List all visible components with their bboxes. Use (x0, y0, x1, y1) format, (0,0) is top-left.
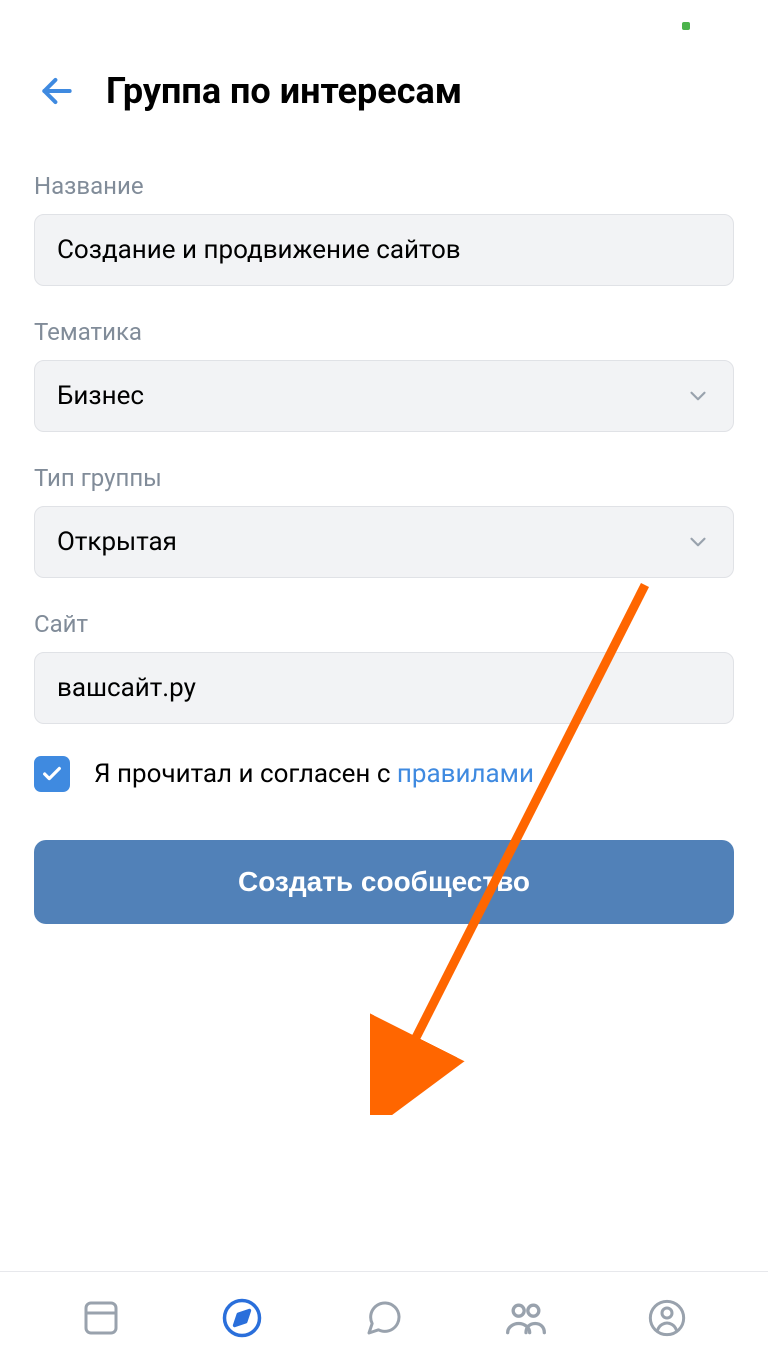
page-title: Группа по интересам (106, 70, 462, 112)
grouptype-field-group: Тип группы Открытая (34, 464, 734, 578)
topic-label: Тематика (34, 318, 734, 346)
topic-field-group: Тематика Бизнес (34, 318, 734, 432)
agreement-text-prefix: Я прочитал и согласен с (94, 759, 397, 789)
feed-icon (81, 1298, 121, 1338)
grouptype-select[interactable]: Открытая (34, 506, 734, 578)
nav-discover[interactable] (212, 1288, 272, 1348)
grouptype-value: Открытая (57, 527, 177, 557)
topic-value: Бизнес (57, 381, 144, 411)
grouptype-label: Тип группы (34, 464, 734, 492)
bottom-nav (0, 1271, 768, 1363)
nav-feed[interactable] (71, 1288, 131, 1348)
site-label: Сайт (34, 610, 734, 638)
chevron-down-icon (685, 529, 711, 555)
nav-friends[interactable] (496, 1288, 556, 1348)
topic-select[interactable]: Бизнес (34, 360, 734, 432)
people-icon (504, 1296, 548, 1340)
name-input[interactable]: Создание и продвижение сайтов (34, 214, 734, 286)
check-icon (41, 763, 63, 785)
header: Группа по интересам (0, 0, 768, 142)
name-field-group: Название Создание и продвижение сайтов (34, 172, 734, 286)
chevron-down-icon (685, 383, 711, 409)
profile-icon (647, 1298, 687, 1338)
chat-icon (364, 1298, 404, 1338)
rules-link[interactable]: правилами (397, 759, 534, 789)
agreement-label: Я прочитал и согласен с правилами (94, 759, 534, 789)
nav-messages[interactable] (354, 1288, 414, 1348)
agreement-checkbox[interactable] (34, 756, 70, 792)
back-arrow-icon[interactable] (38, 72, 76, 110)
site-value: вашсайт.ру (57, 673, 196, 703)
agreement-row: Я прочитал и согласен с правилами (34, 756, 734, 792)
create-community-button[interactable]: Создать сообщество (34, 840, 734, 924)
name-value: Создание и продвижение сайтов (57, 235, 461, 265)
status-indicator (682, 22, 690, 30)
compass-icon (221, 1297, 263, 1339)
nav-profile[interactable] (637, 1288, 697, 1348)
name-label: Название (34, 172, 734, 200)
site-field-group: Сайт вашсайт.ру (34, 610, 734, 724)
form-content: Название Создание и продвижение сайтов Т… (0, 142, 768, 924)
site-input[interactable]: вашсайт.ру (34, 652, 734, 724)
